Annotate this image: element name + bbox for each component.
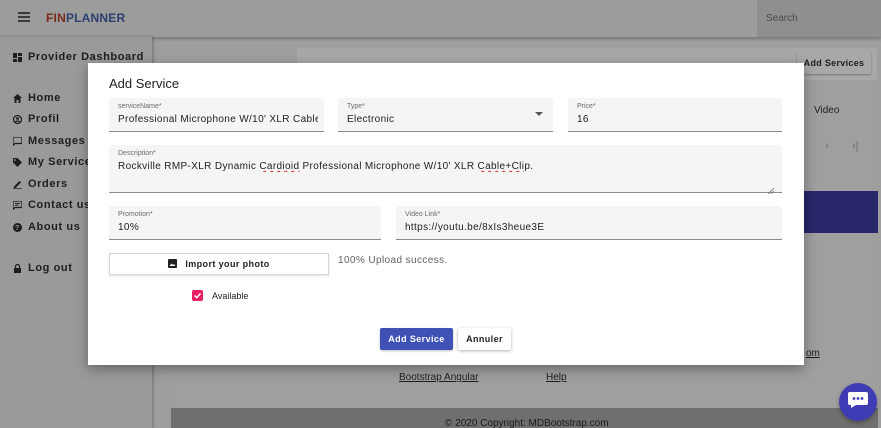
sidebar-item-orders[interactable]: Orders bbox=[13, 177, 68, 191]
sidebar-item-label: About us bbox=[28, 221, 81, 233]
available-checkbox[interactable] bbox=[192, 290, 203, 301]
sidebar-item-home[interactable]: Home bbox=[13, 91, 61, 105]
brand-prefix: FIN bbox=[46, 11, 66, 25]
sidebar-item-label: Home bbox=[28, 92, 61, 104]
available-label: Available bbox=[212, 291, 249, 301]
sidebar-item-label: Log out bbox=[28, 262, 73, 274]
add-service-dialog: Add Service serviceName* Professional Mi… bbox=[88, 63, 804, 365]
price-value: 16 bbox=[577, 114, 589, 125]
lock-icon bbox=[13, 263, 22, 273]
edit-icon bbox=[13, 180, 22, 189]
sidebar-item-log-out[interactable]: Log out bbox=[13, 261, 73, 275]
sidebar-item-provider-dashboard[interactable]: Provider Dashboard bbox=[13, 50, 144, 64]
svg-text:?: ? bbox=[15, 225, 20, 232]
service-name-field[interactable]: serviceName* Professional Microphone W/1… bbox=[109, 98, 324, 132]
home-icon bbox=[13, 93, 22, 103]
account-icon bbox=[13, 114, 22, 124]
footer-link-bootstrap-angular[interactable]: Bootstrap Angular bbox=[399, 372, 479, 383]
promotion-value: 10% bbox=[118, 222, 140, 233]
last-page-icon[interactable]: ›| bbox=[852, 140, 859, 152]
tag-icon bbox=[13, 157, 22, 167]
search-placeholder: Search bbox=[766, 13, 798, 24]
video-link-value: https://youtu.be/8xIs3heue3E bbox=[405, 222, 545, 233]
chevron-right-icon[interactable]: › bbox=[825, 140, 829, 152]
type-value: Electronic bbox=[347, 114, 395, 125]
video-link-field[interactable]: Video Link* https://youtu.be/8xIs3heue3E bbox=[396, 206, 782, 240]
description-textarea[interactable]: Description* Rockville RMP-XLR Dynamic C… bbox=[109, 145, 782, 195]
sidebar-item-contact-us[interactable]: Contact us bbox=[13, 198, 91, 212]
promotion-label: Promotion* bbox=[118, 211, 153, 218]
service-name-value: Professional Microphone W/10' XLR Cable+ bbox=[118, 114, 318, 125]
description-label: Description* bbox=[118, 150, 156, 157]
sidebar-item-about-us[interactable]: ? About us bbox=[13, 220, 80, 234]
price-label: Price* bbox=[577, 103, 596, 110]
sidebar-item-messages[interactable]: Messages bbox=[13, 134, 85, 148]
type-select[interactable]: Type* Electronic bbox=[338, 98, 553, 132]
import-photo-button[interactable]: Import your photo bbox=[109, 253, 329, 275]
brand-logo[interactable]: FINPLANNER bbox=[46, 11, 125, 25]
sidebar-item-label: Messages bbox=[28, 135, 86, 147]
checkmark-icon bbox=[193, 287, 202, 305]
chat-icon bbox=[13, 200, 22, 210]
service-name-label: serviceName* bbox=[118, 103, 162, 110]
message-icon bbox=[13, 136, 22, 146]
resize-handle-icon[interactable] bbox=[767, 181, 775, 195]
footer-link-partial[interactable]: om bbox=[806, 348, 820, 359]
sidebar-item-label: Profil bbox=[28, 113, 60, 125]
upload-status-text: 100% Upload success. bbox=[338, 255, 448, 266]
hamburger-menu-icon[interactable] bbox=[18, 12, 30, 22]
dropdown-arrow-icon bbox=[535, 112, 543, 116]
sidebar-item-profil[interactable]: Profil bbox=[13, 112, 60, 126]
import-photo-label: Import your photo bbox=[185, 259, 270, 269]
top-navbar: FINPLANNER Search bbox=[0, 0, 881, 37]
chat-button[interactable] bbox=[839, 383, 877, 421]
type-label: Type* bbox=[347, 103, 365, 110]
copyright-text: © 2020 Copyright: MDBootstrap.com bbox=[445, 418, 609, 428]
image-icon bbox=[168, 258, 178, 270]
chat-bubble-icon bbox=[847, 391, 869, 414]
help-icon: ? bbox=[13, 222, 22, 232]
cancel-button[interactable]: Annuler bbox=[458, 328, 511, 350]
description-value: Rockville RMP-XLR Dynamic Cardioid Profe… bbox=[118, 161, 534, 172]
footer-link-help[interactable]: Help bbox=[546, 372, 567, 383]
brand-suffix: PLANNER bbox=[65, 11, 126, 25]
sidebar-item-my-services[interactable]: My Services bbox=[13, 155, 98, 169]
sidebar-item-label: Provider Dashboard bbox=[28, 51, 144, 63]
price-field[interactable]: Price* 16 bbox=[568, 98, 782, 132]
promotion-field[interactable]: Promotion* 10% bbox=[109, 206, 381, 240]
page-footer: © 2020 Copyright: MDBootstrap.com bbox=[171, 408, 878, 428]
dashboard-icon bbox=[13, 52, 22, 62]
search-input[interactable]: Search bbox=[757, 0, 881, 37]
column-header-video: Video bbox=[814, 105, 840, 116]
add-services-button[interactable]: Add Services bbox=[797, 52, 871, 74]
sidebar-item-label: Orders bbox=[28, 178, 68, 190]
dialog-title: Add Service bbox=[109, 76, 180, 91]
table-row-highlight bbox=[803, 191, 878, 233]
video-link-label: Video Link* bbox=[405, 211, 441, 218]
add-service-button[interactable]: Add Service bbox=[380, 328, 453, 350]
sidebar-item-label: Contact us bbox=[28, 199, 91, 211]
